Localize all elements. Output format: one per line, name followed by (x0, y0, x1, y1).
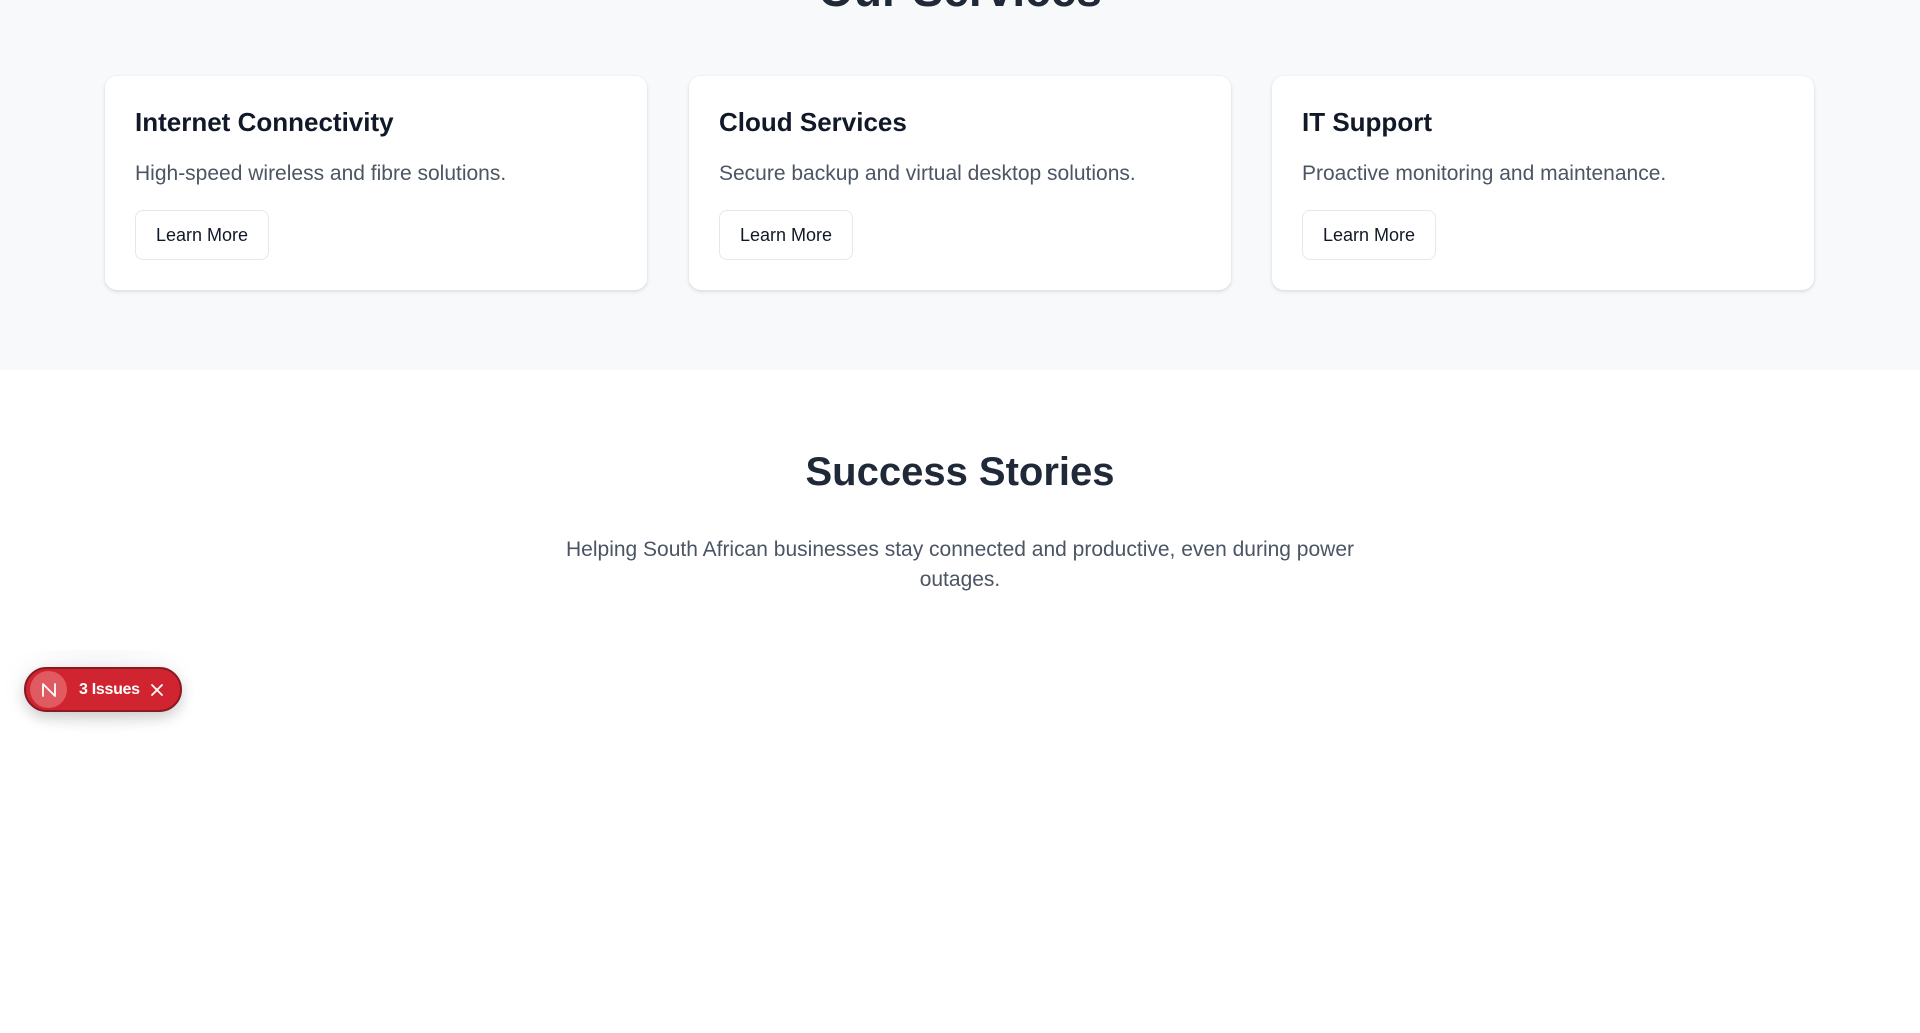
close-icon[interactable] (150, 683, 164, 697)
services-heading: Our Services (0, 0, 1920, 13)
service-card-description: High-speed wireless and fibre solutions. (135, 162, 507, 185)
service-card-title: IT Support (1302, 107, 1432, 137)
issues-count-label[interactable]: 3 Issues (79, 681, 140, 699)
success-stories-description: Helping South African businesses stay co… (566, 538, 1354, 591)
service-card-description: Proactive monitoring and maintenance. (1302, 162, 1667, 185)
service-card-it-support: IT Support Proactive monitoring and main… (1272, 76, 1814, 290)
learn-more-button[interactable]: Learn More (1302, 210, 1437, 260)
service-card-internet-connectivity: Internet Connectivity High-speed wireles… (105, 76, 647, 290)
learn-more-button[interactable]: Learn More (135, 210, 270, 260)
service-card-title: Internet Connectivity (135, 107, 394, 137)
learn-more-button[interactable]: Learn More (719, 210, 854, 260)
nextjs-logo-icon[interactable] (30, 671, 67, 708)
success-stories-heading: Success Stories (805, 450, 1115, 494)
services-section: Our Services Internet Connectivity High-… (0, 0, 1920, 370)
dev-issues-indicator[interactable]: 3 Issues (24, 667, 182, 712)
service-card-description: Secure backup and virtual desktop soluti… (719, 162, 1136, 185)
service-card-title: Cloud Services (719, 107, 907, 137)
service-card-cloud-services: Cloud Services Secure backup and virtual… (689, 76, 1231, 290)
